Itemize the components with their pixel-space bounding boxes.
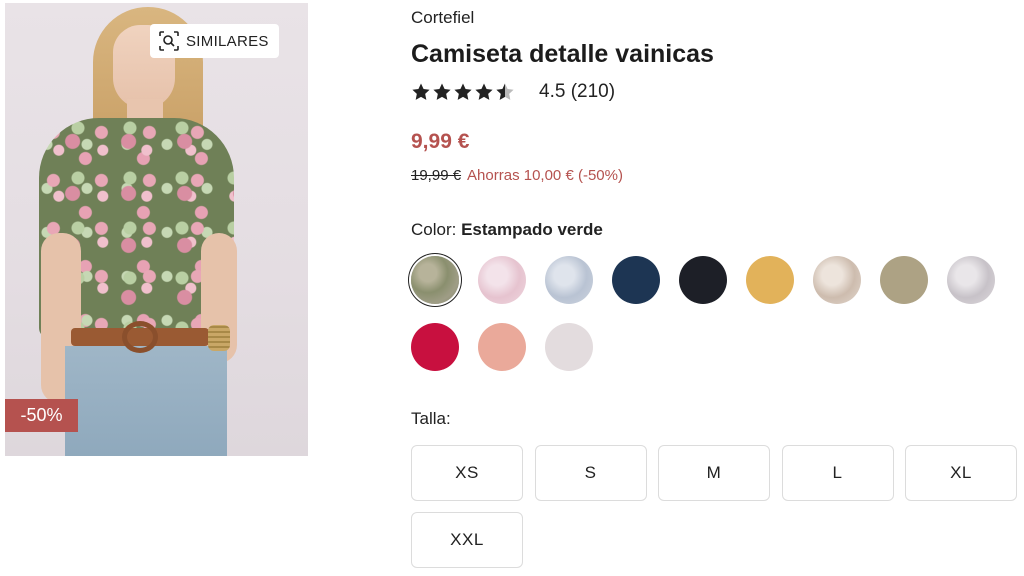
- color-swatch-estampado-azul[interactable]: [545, 256, 593, 304]
- color-swatch-taupe[interactable]: [880, 256, 928, 304]
- color-label-row: Color: Estampado verde: [411, 220, 603, 240]
- old-price: 19,99 €: [411, 167, 462, 184]
- star-icon: [454, 83, 472, 100]
- color-swatch-estampado-beige[interactable]: [813, 256, 861, 304]
- size-button-xl[interactable]: XL: [905, 445, 1017, 501]
- size-button-xxl[interactable]: XXL: [411, 512, 523, 568]
- model-bracelet: [208, 325, 230, 351]
- size-label: Talla:: [411, 409, 451, 428]
- star-icon: [475, 83, 493, 100]
- size-button-xs[interactable]: XS: [411, 445, 523, 501]
- color-swatch-gris-claro[interactable]: [545, 323, 593, 371]
- color-swatch-estampado-verde[interactable]: [411, 256, 459, 304]
- similar-label: SIMILARES: [186, 32, 269, 50]
- size-button-l[interactable]: L: [781, 445, 894, 501]
- similar-button[interactable]: SIMILARES: [150, 24, 279, 58]
- product-title: Camiseta detalle vainicas: [411, 40, 714, 68]
- savings-text: Ahorras 10,00 € (-50%): [467, 167, 623, 184]
- rating-stars: [411, 82, 515, 102]
- product-image[interactable]: [5, 3, 308, 456]
- product-rating[interactable]: 4.5 (210): [411, 80, 615, 104]
- color-swatch-estampado-gris[interactable]: [947, 256, 995, 304]
- discount-badge: -50%: [5, 399, 78, 432]
- image-search-icon: [158, 30, 180, 52]
- color-swatch-mostaza[interactable]: [746, 256, 794, 304]
- color-swatch-marino[interactable]: [612, 256, 660, 304]
- model-jeans: [65, 346, 227, 456]
- model-belt-buckle: [122, 321, 158, 353]
- size-button-m[interactable]: M: [658, 445, 770, 501]
- color-swatch-fucsia[interactable]: [411, 323, 459, 371]
- product-brand[interactable]: Cortefiel: [411, 8, 474, 28]
- color-label: Color:: [411, 220, 457, 239]
- color-swatch-coral[interactable]: [478, 323, 526, 371]
- size-button-s[interactable]: S: [534, 445, 647, 501]
- color-selected-value: Estampado verde: [461, 220, 603, 239]
- current-price: 9,99 €: [411, 130, 470, 153]
- color-swatch-estampado-rosa[interactable]: [478, 256, 526, 304]
- star-half-icon: [496, 83, 514, 100]
- rating-text: 4.5 (210): [539, 81, 616, 102]
- price-details: 19,99 € Ahorras 10,00 € (-50%): [411, 167, 623, 184]
- color-swatch-negro[interactable]: [679, 256, 727, 304]
- star-icon: [433, 83, 451, 100]
- star-icon: [412, 83, 430, 100]
